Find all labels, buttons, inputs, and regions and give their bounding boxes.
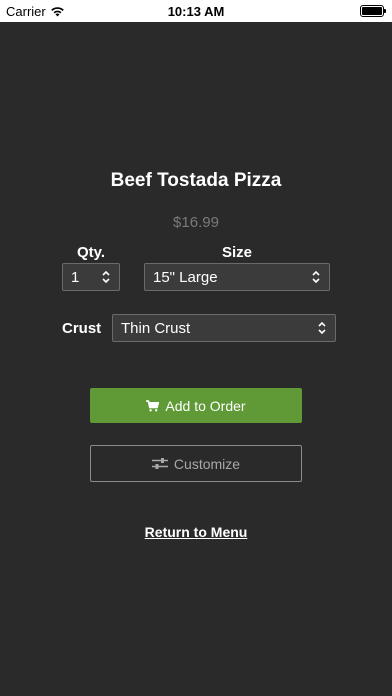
- size-select[interactable]: 15" Large: [144, 263, 330, 291]
- battery-icon: [360, 5, 386, 17]
- product-title: Beef Tostada Pizza: [110, 170, 282, 191]
- size-value: 15" Large: [153, 268, 218, 286]
- crust-label: Crust: [62, 320, 102, 337]
- add-to-order-button[interactable]: Add to Order: [90, 388, 302, 423]
- chevron-updown-icon: [102, 270, 110, 284]
- chevron-updown-icon: [312, 270, 320, 284]
- customize-label: Customize: [173, 455, 241, 472]
- customize-button[interactable]: Customize: [90, 445, 302, 482]
- product-price: $16.99: [173, 214, 219, 231]
- cart-icon: [146, 399, 160, 411]
- qty-label: Qty.: [76, 244, 106, 261]
- status-time: 10:13 AM: [167, 4, 225, 19]
- sliders-icon: [151, 458, 168, 469]
- crust-select[interactable]: Thin Crust: [112, 314, 336, 342]
- crust-value: Thin Crust: [121, 319, 191, 337]
- return-to-menu-link[interactable]: Return to Menu: [0, 524, 392, 540]
- qty-value: 1: [71, 268, 80, 286]
- size-label: Size: [221, 244, 252, 261]
- qty-select[interactable]: 1: [62, 263, 120, 291]
- chevron-updown-icon: [318, 321, 326, 335]
- add-to-order-label: Add to Order: [165, 397, 246, 414]
- status-bar: Carrier 10:13 AM: [0, 0, 392, 22]
